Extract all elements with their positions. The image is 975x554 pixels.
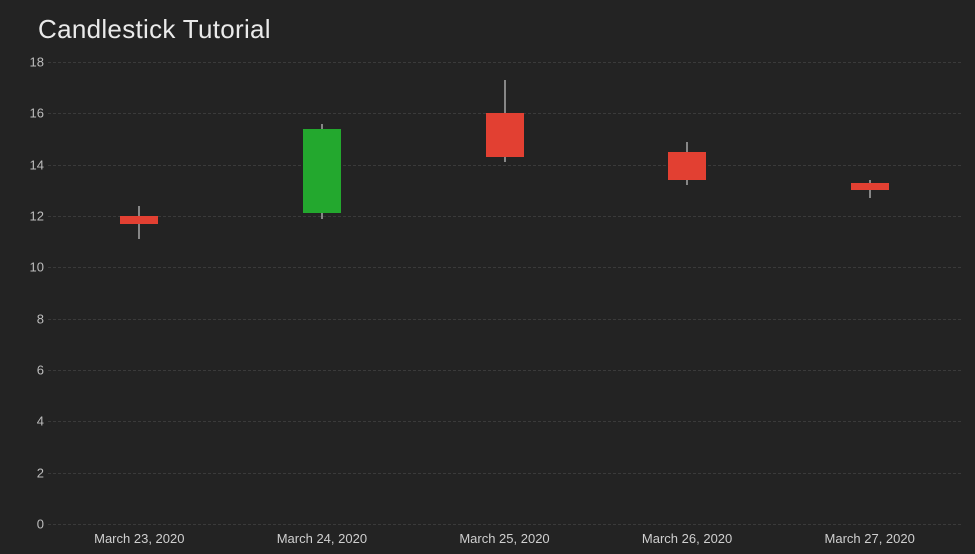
- x-tick-label: March 27, 2020: [825, 531, 915, 546]
- candlestick-body: [120, 216, 158, 224]
- candlestick-body: [303, 129, 341, 214]
- y-gridline: [48, 524, 961, 525]
- candlestick-body: [668, 152, 706, 180]
- y-tick-label: 14: [18, 157, 44, 172]
- candlestick-body: [486, 113, 524, 157]
- y-tick-label: 0: [18, 517, 44, 532]
- candlestick: [303, 62, 341, 524]
- y-tick-label: 6: [18, 363, 44, 378]
- y-tick-label: 16: [18, 106, 44, 121]
- candlestick: [486, 62, 524, 524]
- chart-title: Candlestick Tutorial: [38, 14, 271, 45]
- candlestick: [851, 62, 889, 524]
- y-tick-label: 4: [18, 414, 44, 429]
- x-tick-label: March 24, 2020: [277, 531, 367, 546]
- plot-area: 024681012141618March 23, 2020March 24, 2…: [48, 62, 961, 524]
- y-tick-label: 2: [18, 465, 44, 480]
- candlestick: [668, 62, 706, 524]
- y-tick-label: 8: [18, 311, 44, 326]
- x-tick-label: March 23, 2020: [94, 531, 184, 546]
- y-tick-label: 10: [18, 260, 44, 275]
- chart-container: Candlestick Tutorial 024681012141618Marc…: [0, 0, 975, 554]
- x-tick-label: March 25, 2020: [459, 531, 549, 546]
- y-tick-label: 18: [18, 55, 44, 70]
- candlestick-body: [851, 183, 889, 191]
- y-tick-label: 12: [18, 209, 44, 224]
- x-tick-label: March 26, 2020: [642, 531, 732, 546]
- candlestick: [120, 62, 158, 524]
